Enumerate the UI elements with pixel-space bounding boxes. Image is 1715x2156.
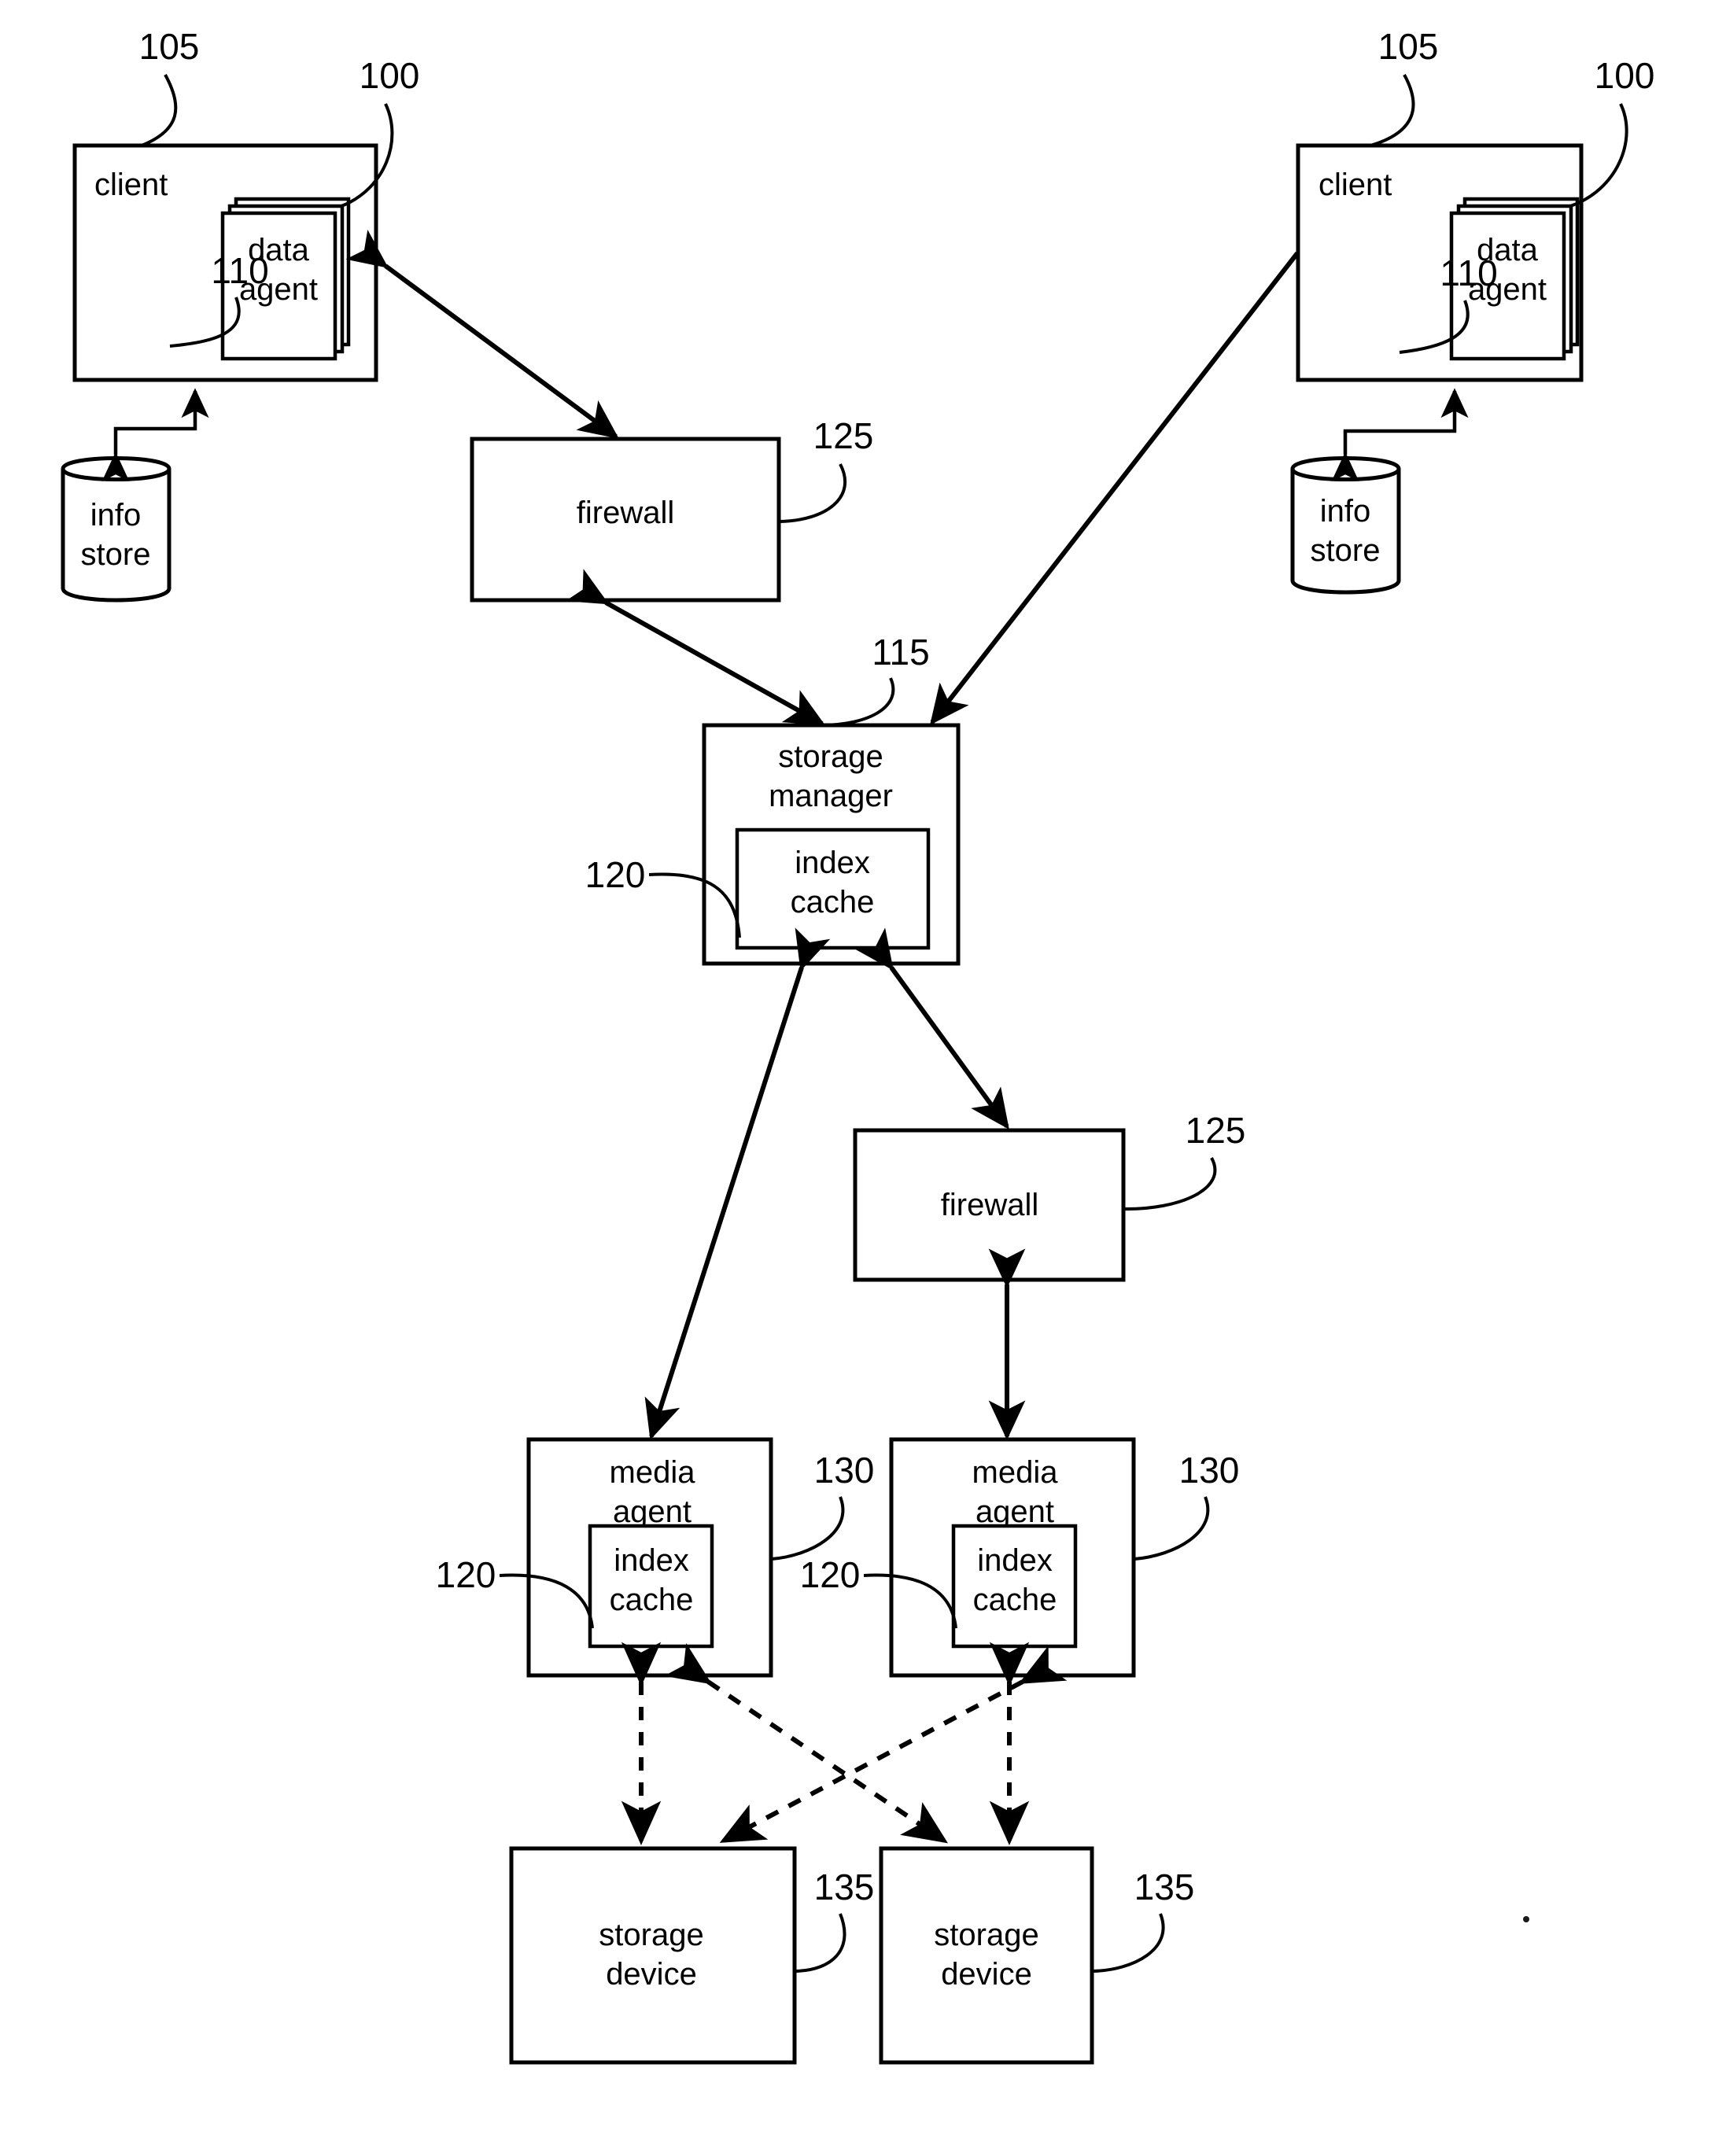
conn-media-agent-right-to-storage-device-left <box>719 1646 1068 1843</box>
media-agent-right-group: media agent index cache <box>889 1437 1136 1678</box>
ref-135-right-group: 135 <box>1092 1867 1195 1973</box>
ref-125-top-leader <box>779 463 846 523</box>
print-artifact-dot <box>1523 1916 1529 1922</box>
ref-125-top-group: 125 <box>779 415 874 523</box>
index-cache-storage-manager-line1: index <box>795 846 870 880</box>
ref-125-bottom-text: 125 <box>1186 1110 1246 1151</box>
firewall-top-group: firewall <box>470 437 781 603</box>
ref-100-left-text: 100 <box>360 55 420 96</box>
conn-client-left-to-info-store <box>101 388 209 482</box>
ref-130-left-text: 130 <box>814 1450 875 1491</box>
ref-110-left-text: 110 <box>211 250 268 291</box>
media-agent-left-group: media agent index cache <box>526 1437 773 1678</box>
media-agent-left-label-line1: media <box>610 1455 696 1490</box>
conn-firewall-top-to-storage-manager <box>565 569 826 726</box>
ref-130-right-leader <box>1134 1496 1210 1561</box>
ref-130-right-text: 130 <box>1179 1450 1240 1491</box>
storage-device-left-label-line1: storage <box>599 1918 703 1952</box>
ref-135-right-text: 135 <box>1134 1867 1195 1907</box>
ref-105-right-group: 105 <box>1370 26 1439 147</box>
info-store-left-label-line1: info <box>90 498 142 533</box>
storage-device-right-label-line1: storage <box>934 1918 1038 1952</box>
ref-130-left-leader <box>771 1496 845 1561</box>
index-cache-media-agent-right-line1: index <box>977 1543 1053 1578</box>
conn-storage-manager-to-media-agent-left <box>644 927 831 1440</box>
ref-135-left-text: 135 <box>814 1867 875 1907</box>
ref-115-text: 115 <box>872 632 929 673</box>
media-agent-right-label-line1: media <box>972 1455 1059 1490</box>
firewall-bottom-label: firewall <box>941 1188 1038 1222</box>
ref-125-bottom-leader <box>1123 1157 1217 1211</box>
ref-105-left-group: 105 <box>139 26 200 147</box>
storage-device-left-box[interactable] <box>509 1846 797 2065</box>
index-cache-media-agent-left-line2: cache <box>610 1583 694 1617</box>
conn-storage-manager-to-firewall-bottom <box>855 927 1009 1130</box>
storage-device-left-label-line2: device <box>606 1957 697 1992</box>
conn-client-right-to-info-store <box>1331 388 1469 482</box>
index-cache-media-agent-left-line1: index <box>614 1543 689 1578</box>
media-agent-left-label-line2: agent <box>613 1494 692 1529</box>
ref-115-group: 115 <box>820 632 930 727</box>
ref-120-media-agent-left-text: 120 <box>436 1554 496 1595</box>
ref-135-left-leader <box>795 1913 846 1973</box>
ref-125-top-text: 125 <box>813 415 874 456</box>
info-store-right-label-line2: store <box>1311 533 1381 568</box>
conn-media-agent-left-to-storage-device-right <box>664 1642 948 1844</box>
index-cache-storage-manager-line2: cache <box>791 885 875 920</box>
storage-manager-label-line1: storage <box>778 739 883 774</box>
firewall-bottom-group: firewall <box>853 1128 1126 1282</box>
ref-105-left-text: 105 <box>139 26 200 67</box>
diagram-svg: client data agent 105 100 info store 110… <box>61 26 1655 2065</box>
storage-device-right-box[interactable] <box>879 1846 1094 2065</box>
ref-105-right-leader <box>1370 74 1415 147</box>
info-store-right-label-line1: info <box>1320 494 1371 529</box>
client-left-label: client <box>94 168 168 202</box>
ref-135-right-leader <box>1092 1913 1165 1973</box>
ref-130-right-group: 130 <box>1134 1450 1240 1561</box>
ref-110-right-text: 110 <box>1440 252 1497 293</box>
conn-client-right-to-storage-manager <box>930 213 1334 725</box>
ref-105-left-leader <box>141 74 178 147</box>
ref-100-right-text: 100 <box>1595 55 1655 96</box>
storage-device-left-group: storage device <box>509 1846 797 2065</box>
figure-canvas: client data agent 105 100 info store 110… <box>0 0 1715 2156</box>
info-store-left-group: info store <box>61 456 172 603</box>
storage-manager-label-line2: manager <box>769 779 893 813</box>
storage-device-right-group: storage device <box>879 1846 1094 2065</box>
ref-120-media-agent-right-text: 120 <box>800 1554 861 1595</box>
media-agent-right-label-line2: agent <box>976 1494 1054 1529</box>
ref-115-leader <box>820 677 895 727</box>
client-right-label: client <box>1319 168 1392 202</box>
index-cache-media-agent-right-line2: cache <box>973 1583 1057 1617</box>
ref-130-left-group: 130 <box>771 1450 875 1561</box>
storage-device-right-label-line2: device <box>941 1957 1032 1992</box>
info-store-right-group: info store <box>1290 456 1401 595</box>
ref-105-right-text: 105 <box>1378 26 1439 67</box>
ref-135-left-group: 135 <box>795 1867 875 1973</box>
firewall-top-label: firewall <box>577 496 674 530</box>
ref-125-bottom-group: 125 <box>1123 1110 1246 1211</box>
info-store-left-label-line2: store <box>81 537 151 572</box>
ref-120-storage-manager-text: 120 <box>585 854 646 895</box>
conn-client-left-to-firewall-top <box>345 230 619 439</box>
storage-manager-group: storage manager index cache <box>702 723 961 966</box>
